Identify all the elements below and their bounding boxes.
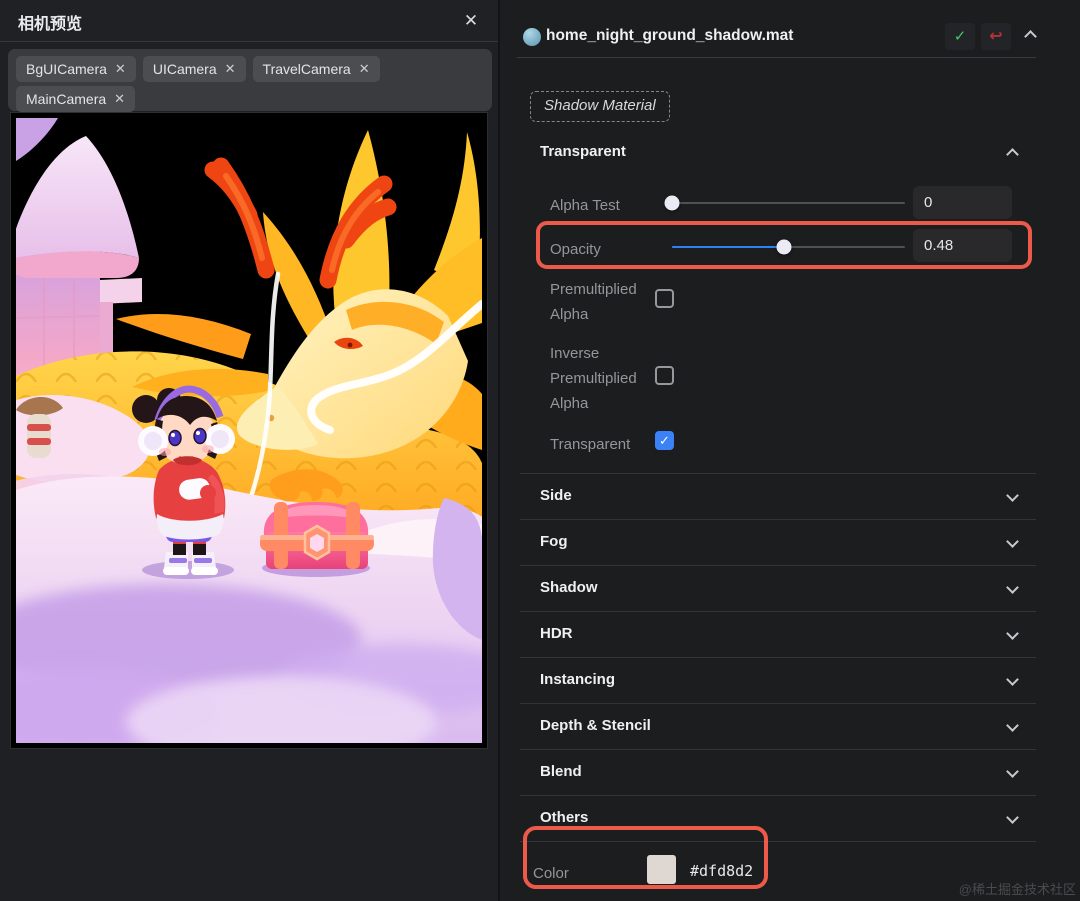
camera-tag-label: UICamera	[152, 61, 217, 77]
divider	[517, 57, 1036, 58]
camera-tag[interactable]: BgUICamera ✕	[16, 56, 136, 82]
section-instancing[interactable]: Instancing	[520, 657, 1036, 703]
material-tag-chip: Shadow Material	[530, 91, 670, 122]
section-title: Instancing	[540, 671, 616, 688]
camera-tag[interactable]: TravelCamera ✕	[252, 56, 380, 82]
camera-tag[interactable]: MainCamera ✕	[16, 86, 136, 112]
camera-filter-select[interactable]: BgUICamera ✕ UICamera ✕ TravelCamera ✕ M…	[8, 49, 492, 134]
camera-tag-label: TravelCamera	[262, 61, 351, 77]
opacity-value[interactable]: 0.48	[913, 229, 1012, 262]
section-title: Depth & Stencil	[540, 717, 651, 734]
inverse-premultiplied-alpha-label: Inverse Premultiplied Alpha	[550, 345, 637, 412]
camera-preview-render	[16, 118, 482, 743]
camera-preview-header: 相机预览 ✕	[0, 0, 498, 42]
inverse-premultiplied-alpha-checkbox[interactable]: ✓	[655, 366, 674, 385]
slider-handle[interactable]	[664, 195, 680, 211]
camera-tag[interactable]: UICamera ✕	[142, 56, 246, 82]
check-icon: ✓	[953, 28, 967, 45]
transparent-checkbox[interactable]: ✓	[655, 431, 674, 450]
watermark: @稀土掘金技术社区	[958, 882, 1076, 897]
camera-tag-list: BgUICamera ✕ UICamera ✕ TravelCamera ✕ M…	[8, 49, 492, 112]
chevron-up-icon	[1006, 148, 1019, 161]
check-icon: ✓	[659, 433, 670, 448]
section-title: Fog	[540, 533, 568, 550]
section-hdr[interactable]: HDR	[520, 611, 1036, 657]
revert-button[interactable]: ↩	[981, 23, 1011, 50]
section-depth-stencil[interactable]: Depth & Stencil	[520, 703, 1036, 749]
section-blend[interactable]: Blend	[520, 749, 1036, 795]
chevron-down-icon	[1006, 765, 1019, 778]
panel-title: 相机预览	[18, 16, 83, 33]
premultiplied-alpha-label: Premultiplied Alpha	[550, 281, 637, 323]
chevron-down-icon	[1006, 627, 1019, 640]
section-others[interactable]: Others	[520, 795, 1036, 841]
chevron-down-icon	[1006, 489, 1019, 502]
alpha-test-slider[interactable]	[664, 195, 905, 211]
camera-preview-panel: 相机预览 ✕ BgUICamera ✕ UICamera ✕ TravelCam…	[0, 0, 500, 901]
section-title: Transparent	[540, 143, 626, 160]
transparent-flag-label: Transparent	[550, 436, 631, 453]
alpha-test-label: Alpha Test	[550, 197, 620, 214]
section-title: Side	[540, 487, 572, 504]
chevron-up-icon[interactable]	[1024, 30, 1037, 43]
material-name: home_night_ground_shadow.mat	[546, 27, 794, 44]
apply-button[interactable]: ✓	[945, 23, 975, 50]
color-swatch[interactable]	[647, 855, 676, 884]
remove-tag-icon[interactable]: ✕	[114, 91, 125, 107]
remove-tag-icon[interactable]: ✕	[115, 61, 126, 77]
remove-tag-icon[interactable]: ✕	[225, 61, 236, 77]
slider-fill	[672, 246, 784, 248]
chevron-down-icon	[1006, 719, 1019, 732]
slider-handle[interactable]	[776, 239, 792, 255]
section-shadow[interactable]: Shadow	[520, 565, 1036, 611]
material-sphere-icon	[523, 28, 541, 46]
section-side[interactable]: Side	[520, 473, 1036, 519]
divider	[520, 841, 1036, 842]
premultiplied-alpha-checkbox[interactable]: ✓	[655, 289, 674, 308]
chevron-down-icon	[1006, 673, 1019, 686]
section-title: HDR	[540, 625, 573, 642]
remove-tag-icon[interactable]: ✕	[359, 61, 370, 77]
section-fog[interactable]: Fog	[520, 519, 1036, 565]
section-title: Others	[540, 809, 589, 826]
app-window: { "left_panel": { "title": "相机预览", "came…	[0, 0, 1080, 901]
alpha-test-value[interactable]: 0	[913, 186, 1012, 219]
opacity-label: Opacity	[550, 241, 601, 258]
chevron-down-icon	[1006, 535, 1019, 548]
camera-tag-label: BgUICamera	[26, 61, 107, 77]
chevron-down-icon	[1006, 811, 1019, 824]
opacity-slider[interactable]	[672, 239, 905, 255]
color-label: Color	[533, 865, 569, 882]
section-title: Blend	[540, 763, 582, 780]
chevron-down-icon	[1006, 581, 1019, 594]
camera-tag-label: MainCamera	[26, 91, 107, 107]
camera-preview-viewport	[10, 112, 488, 749]
color-hex-value[interactable]: #dfd8d2	[690, 862, 753, 880]
close-icon[interactable]: ✕	[459, 9, 483, 33]
undo-arrow-icon: ↩	[989, 28, 1003, 45]
material-inspector-panel: home_night_ground_shadow.mat ✓ ↩ Shadow …	[500, 0, 1080, 901]
section-title: Shadow	[540, 579, 598, 596]
